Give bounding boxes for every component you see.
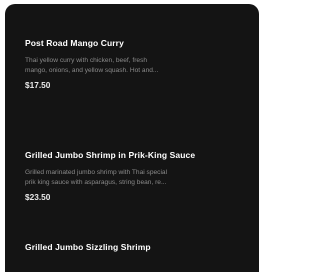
menu-item-description: Thai yellow curry with chicken, beef, fr… bbox=[25, 56, 235, 76]
menu-item-title: Post Road Mango Curry bbox=[25, 38, 124, 48]
menu-panel: Post Road Mango Curry Thai yellow curry … bbox=[5, 4, 259, 272]
menu-item-description: Grilled marinated jumbo shrimp with Thai… bbox=[25, 168, 235, 188]
menu-item-price: $17.50 bbox=[25, 80, 51, 90]
menu-item-title: Grilled Jumbo Shrimp in Prik-King Sauce bbox=[25, 150, 196, 160]
menu-item-post-road-mango-curry[interactable]: Post Road Mango Curry Thai yellow curry … bbox=[25, 38, 250, 91]
menu-item-title: Grilled Jumbo Sizzling Shrimp bbox=[25, 242, 151, 252]
scroll-fade-overlay bbox=[5, 260, 259, 272]
menu-item-price: $23.50 bbox=[25, 192, 51, 202]
menu-item-grilled-jumbo-shrimp-prik-king[interactable]: Grilled Jumbo Shrimp in Prik-King Sauce … bbox=[25, 150, 250, 203]
menu-item-description-line: prik king sauce with asparagus, string b… bbox=[25, 179, 167, 186]
menu-item-description-line: Grilled marinated jumbo shrimp with Thai… bbox=[25, 169, 168, 176]
menu-item-description-line: Thai yellow curry with chicken, beef, fr… bbox=[25, 57, 148, 64]
menu-item-grilled-jumbo-sizzling-shrimp[interactable]: Grilled Jumbo Sizzling Shrimp bbox=[25, 242, 250, 253]
menu-item-description-line: mango, onions, and yellow squash. Hot an… bbox=[25, 67, 159, 74]
